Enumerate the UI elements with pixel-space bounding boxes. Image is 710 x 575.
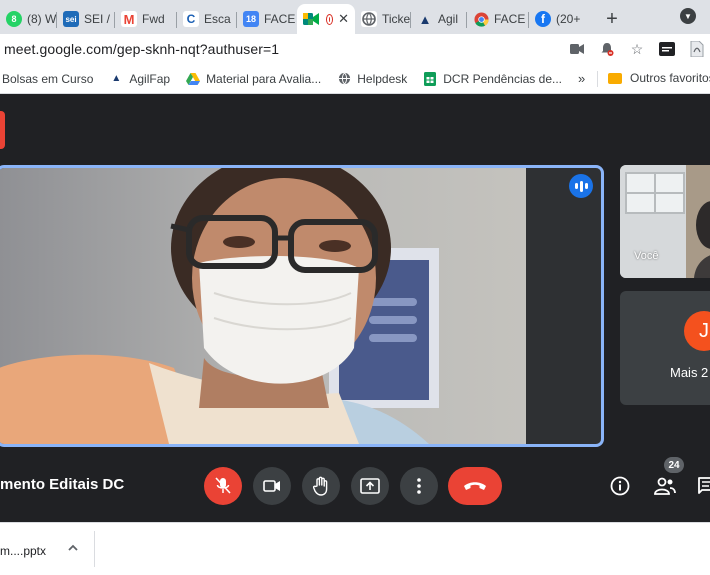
more-participants-tile[interactable]: J Mais 2 [620,291,710,405]
people-icon [654,477,676,495]
globe-icon [361,11,377,27]
bookmark-material[interactable]: Material para Avalia... [186,72,321,86]
tab-label: (20+ [556,12,581,26]
bookmark-other-favorites[interactable]: Outros favoritos [608,71,710,85]
bookmark-label: Helpdesk [357,71,408,86]
meet-stage: Você J Mais 2 mento Editais DC 24 [0,95,710,522]
hand-icon [313,476,328,496]
whatsapp-icon: 8 [6,11,22,27]
bookmark-label: Outros favoritos [630,71,710,85]
speaker-video [0,168,601,444]
star-icon[interactable]: ☆ [628,40,646,58]
meeting-title: mento Editais DC [0,476,125,493]
main-video-tile[interactable] [0,165,604,447]
sei-icon: sei [63,11,79,27]
gmail-icon: M [121,11,137,27]
notifications-blocked-icon[interactable] [598,40,616,58]
url-field[interactable]: meet.google.com/gep-sknh-nqt?authuser=1 [4,41,279,57]
agilfap-icon: ▲ [111,73,122,84]
tab-strip: 8 (8) W sei SEI / M Fwd C Esca 18 FACE ✕… [0,0,710,34]
tab-facebook[interactable]: f (20+ [529,4,589,34]
bookmark-label: Material para Avalia... [206,71,322,86]
tab-carrefour[interactable]: C Esca [177,4,237,34]
bookmark-agilfap[interactable]: ▲ AgilFap [109,72,170,86]
calendar-icon: 18 [243,11,259,27]
downloads-divider [94,531,95,567]
recording-indicator-icon [327,14,333,24]
tab-label: (8) W [27,12,57,26]
tab-ticket[interactable]: Ticke [355,4,411,34]
tab-chrome[interactable]: FACE [467,4,529,34]
chat-button[interactable] [694,473,710,499]
camera-button[interactable] [253,467,291,505]
raise-hand-button[interactable] [302,467,340,505]
chevron-up-icon[interactable] [66,541,80,555]
bookmark-bolsas[interactable]: Bolsas em Curso [2,72,93,86]
drive-icon [186,72,201,86]
speaking-indicator-icon [569,174,593,198]
tab-meet-active[interactable]: ✕ [297,4,355,34]
leave-call-button[interactable] [448,467,502,505]
tab-label: Agil [438,12,459,26]
tab-gmail[interactable]: M Fwd [115,4,177,34]
participants-count-badge: 24 [664,457,684,473]
tab-label: Ticke [382,12,411,26]
bookmark-label: Bolsas em Curso [2,71,94,86]
participants-button[interactable] [652,473,678,499]
more-options-button[interactable] [400,467,438,505]
downloads-bar: m....pptx [0,522,710,575]
tab-sei[interactable]: sei SEI / [57,4,115,34]
meeting-details-button[interactable] [607,473,633,499]
chat-icon [698,477,710,494]
tab-whatsapp[interactable]: 8 (8) W [0,4,57,34]
self-label: Você [634,250,659,262]
mic-off-icon [215,477,231,494]
chrome-icon [473,11,489,27]
tab-label: Fwd [142,12,165,26]
meet-icon [303,11,319,27]
globe-icon [337,72,351,86]
address-bar: meet.google.com/gep-sknh-nqt?authuser=1 … [0,34,710,64]
bookmarks-overflow-button[interactable]: » [578,71,585,86]
microphone-off-button[interactable] [204,467,242,505]
carrefour-icon: C [183,11,199,27]
present-screen-button[interactable] [351,467,389,505]
present-icon [360,478,380,494]
tab-label: SEI / [84,12,111,26]
tab-search-icon[interactable]: ▼ [680,8,696,24]
folder-icon [608,72,622,84]
close-tab-icon[interactable]: ✕ [338,11,349,27]
bookmark-label: DCR Pendências de... [443,71,562,86]
camera-in-use-icon[interactable] [568,40,586,58]
download-file-name[interactable]: m....pptx [0,544,46,558]
camera-icon [263,480,280,492]
extension-icon[interactable] [658,40,676,58]
more-participants-label: Mais 2 [670,365,709,380]
tab-agilfap[interactable]: ▲ Agil [411,4,467,34]
bookmarks-bar: Bolsas em Curso ▲ AgilFap Material para … [0,64,710,94]
info-icon [610,476,630,496]
tab-label: Esca [204,12,231,26]
more-vert-icon [417,478,421,494]
agilfap-icon: ▲ [418,11,432,27]
avatar: J [684,311,710,351]
recording-flag[interactable] [0,111,5,149]
bookmark-dcr[interactable]: DCR Pendências de... [423,71,562,86]
facebook-icon: f [535,11,551,27]
hang-up-icon [464,482,486,490]
bookmark-label: AgilFap [129,71,171,86]
self-video-tile[interactable]: Você [620,165,710,278]
tab-label: FACE [494,12,526,26]
tab-calendar[interactable]: 18 FACE [237,4,297,34]
tab-label: FACE [264,12,296,26]
bookmark-helpdesk[interactable]: Helpdesk [337,72,407,86]
sheets-icon [423,71,437,86]
pdf-extension-icon[interactable] [688,40,706,58]
new-tab-button[interactable]: + [597,4,627,34]
